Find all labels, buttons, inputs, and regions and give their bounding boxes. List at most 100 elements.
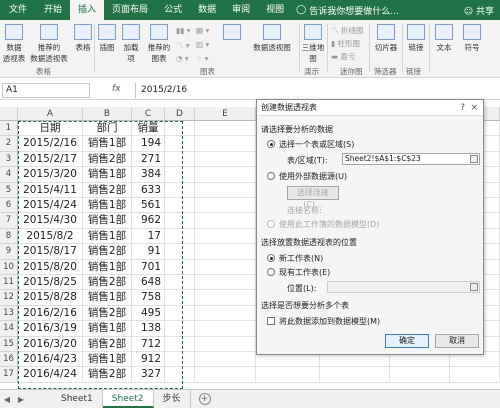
grid-cell[interactable] [195, 275, 256, 291]
grid-cell[interactable] [165, 321, 195, 337]
grid-cell[interactable]: 2015/8/28 [18, 290, 83, 306]
radio-new-worksheet[interactable] [267, 254, 275, 262]
grid-cell[interactable]: 销售1部 [83, 213, 132, 229]
checkbox-add-data-model[interactable] [267, 317, 275, 325]
grid-cell[interactable]: 633 [132, 182, 165, 198]
tab-review[interactable]: 审阅 [224, 0, 258, 20]
stats-chart-icon[interactable]: ▥ ▾ [196, 40, 209, 49]
grid-cell[interactable]: 2016/4/24 [18, 367, 83, 383]
grid-cell[interactable]: 2016/2/16 [18, 305, 83, 322]
grid-cell[interactable]: 194 [132, 136, 165, 152]
grid-cell[interactable]: 部门 [83, 121, 132, 137]
grid-cell[interactable] [165, 290, 195, 306]
grid-cell[interactable] [195, 213, 256, 229]
grid-cell[interactable]: 销售2部 [83, 305, 132, 322]
grid-cell[interactable]: 销售2部 [83, 336, 132, 352]
grid-cell[interactable] [165, 213, 195, 229]
3d-map-button[interactable]: 三维地 图 [301, 24, 325, 64]
row-header[interactable]: 9 [0, 244, 18, 260]
share-button[interactable]: ☺ 共享 [464, 4, 500, 17]
name-box[interactable]: A1 [2, 83, 90, 98]
row-header[interactable]: 16 [0, 352, 18, 368]
row-header[interactable]: 15 [0, 336, 18, 352]
row-header[interactable]: 1 [0, 121, 18, 137]
grid-cell[interactable]: 2016/3/19 [18, 321, 83, 337]
grid-cell[interactable] [450, 367, 500, 383]
grid-cell[interactable] [195, 182, 256, 198]
grid-cell[interactable]: 91 [132, 244, 165, 260]
symbol-button[interactable]: 符号 [460, 24, 484, 53]
hierarchy-chart-icon[interactable]: ▦ ▾ [196, 26, 209, 35]
grid-cell[interactable]: 758 [132, 290, 165, 306]
grid-cell[interactable]: 912 [132, 352, 165, 368]
table-button[interactable]: 表格 [72, 24, 94, 53]
grid-cell[interactable] [195, 259, 256, 275]
illustrations-button[interactable]: 插图 [96, 24, 118, 53]
column-header[interactable]: E [195, 107, 256, 121]
grid-cell[interactable] [195, 167, 256, 183]
row-header[interactable]: 14 [0, 321, 18, 337]
grid-cell[interactable]: 2016/4/23 [18, 352, 83, 368]
grid-cell[interactable] [256, 367, 320, 383]
row-header[interactable]: 17 [0, 367, 18, 383]
grid-cell[interactable] [195, 244, 256, 260]
column-header[interactable]: D [165, 107, 195, 121]
grid-cell[interactable]: 2015/8/25 [18, 275, 83, 291]
text-button[interactable]: 文本 [432, 24, 456, 53]
grid-cell[interactable]: 138 [132, 321, 165, 337]
row-header[interactable]: 8 [0, 228, 18, 245]
grid-cell[interactable] [165, 167, 195, 183]
grid-cell[interactable]: 712 [132, 336, 165, 352]
grid-cell[interactable]: 销售2部 [83, 244, 132, 260]
grid-cell[interactable] [195, 305, 256, 322]
grid-cell[interactable]: 销售2部 [83, 151, 132, 168]
line-chart-icon[interactable]: 〽 ▾ [176, 40, 190, 51]
grid-cell[interactable]: 销量 [132, 121, 165, 137]
tab-data[interactable]: 数据 [190, 0, 224, 20]
tab-file[interactable]: 文件 [0, 0, 36, 20]
row-header[interactable]: 4 [0, 167, 18, 183]
grid-cell[interactable]: 销售1部 [83, 167, 132, 183]
grid-cell[interactable]: 2015/2/17 [18, 151, 83, 168]
grid-cell[interactable]: 2015/8/17 [18, 244, 83, 260]
location-picker-icon[interactable] [470, 283, 478, 291]
recommended-pivot-button[interactable]: 推荐的 数据透视表 [26, 24, 72, 64]
grid-cell[interactable]: 销售1部 [83, 352, 132, 368]
tab-insert[interactable]: 插入 [70, 0, 105, 20]
select-all-corner[interactable] [0, 107, 18, 121]
grid-cell[interactable]: 495 [132, 305, 165, 322]
radio-data-model[interactable] [267, 220, 275, 228]
sparkline-column-button[interactable]: ▮ 柱形图 [331, 38, 360, 49]
grid-cell[interactable] [165, 336, 195, 352]
grid-cell[interactable]: 销售1部 [83, 290, 132, 306]
grid-cell[interactable] [320, 367, 390, 383]
grid-cell[interactable] [165, 367, 195, 383]
link-button[interactable]: 链接 [405, 24, 427, 53]
grid-cell[interactable] [195, 321, 256, 337]
grid-cell[interactable]: 销售1部 [83, 321, 132, 337]
grid-cell[interactable]: 2015/8/2 [18, 228, 83, 245]
sheet-tab-sheet2[interactable]: Sheet2 [102, 390, 154, 408]
pivot-table-button[interactable]: 数据 透视表 [2, 24, 26, 64]
grid-cell[interactable]: 销售2部 [83, 182, 132, 198]
row-header[interactable]: 11 [0, 275, 18, 291]
row-header[interactable]: 12 [0, 290, 18, 306]
grid-cell[interactable]: 271 [132, 151, 165, 168]
formula-input[interactable]: 2015/2/16 [135, 83, 497, 98]
grid-cell[interactable]: 销售2部 [83, 367, 132, 383]
ok-button[interactable]: 确定 [385, 334, 429, 348]
column-chart-icon[interactable]: ▮▮ ▾ [176, 26, 190, 35]
table-range-field[interactable]: Sheet2!$A$1:$C$23 [342, 153, 480, 165]
column-header[interactable]: C [132, 107, 165, 121]
prev-sheet-icon[interactable]: ◀ [0, 395, 14, 404]
row-header[interactable]: 7 [0, 213, 18, 229]
tab-formulas[interactable]: 公式 [156, 0, 190, 20]
grid-cell[interactable]: 销售1部 [83, 198, 132, 214]
radio-select-range[interactable] [267, 140, 275, 148]
grid-cell[interactable]: 2015/3/20 [18, 167, 83, 183]
grid-cell[interactable]: 701 [132, 259, 165, 275]
grid-cell[interactable] [165, 244, 195, 260]
row-header[interactable]: 10 [0, 259, 18, 275]
grid-cell[interactable] [195, 336, 256, 352]
grid-cell[interactable]: 962 [132, 213, 165, 229]
